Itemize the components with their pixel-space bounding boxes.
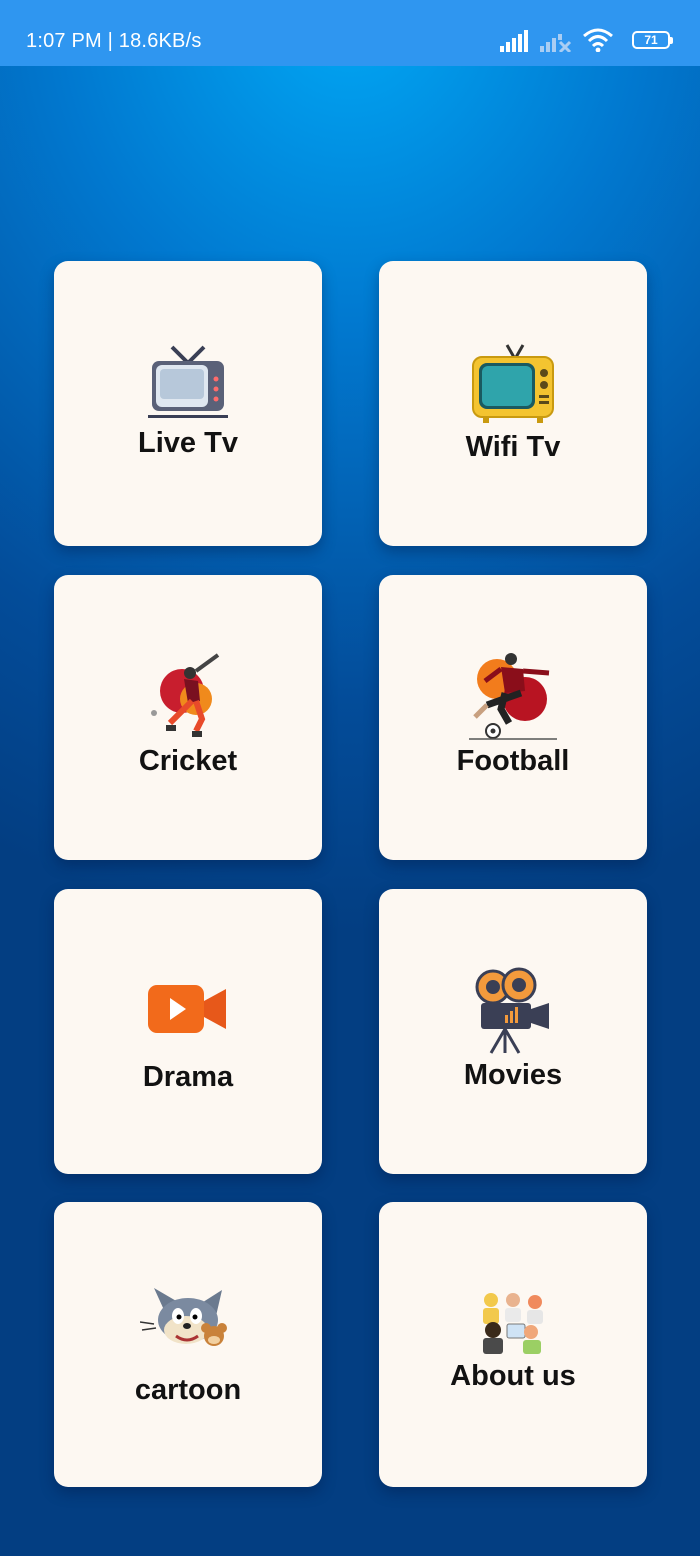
menu-card-label: Wifi Tv <box>465 431 561 463</box>
yellow-tv-icon <box>472 344 554 423</box>
team-people-icon <box>483 1293 543 1354</box>
football-player-icon <box>469 653 557 740</box>
menu-card-cartoon[interactable]: cartoon <box>54 1202 322 1487</box>
movie-camera-icon <box>475 967 549 1054</box>
menu-card-label: Movies <box>463 1059 563 1091</box>
battery-icon: 71 <box>632 31 673 49</box>
status-icons: 71 <box>500 28 673 54</box>
signal-icon <box>500 30 528 52</box>
retro-tv-icon <box>148 345 228 418</box>
menu-card-label: About us <box>450 1360 576 1392</box>
menu-card-label: Football <box>456 745 570 777</box>
menu-card-football[interactable]: Football <box>379 575 647 860</box>
menu-card-label: Drama <box>142 1061 234 1093</box>
menu-card-label: Cricket <box>138 745 238 777</box>
menu-card-about-us[interactable]: About us <box>379 1202 647 1487</box>
menu-card-movies[interactable]: Movies <box>379 889 647 1174</box>
cricket-player-icon <box>151 653 220 737</box>
menu-card-cricket[interactable]: Cricket <box>54 575 322 860</box>
battery-level: 71 <box>644 33 658 47</box>
menu-card-wifi-tv[interactable]: Wifi Tv <box>379 261 647 546</box>
menu-card-label: cartoon <box>134 1374 242 1406</box>
wifi-icon <box>583 28 613 52</box>
menu-card-label: Live Tv <box>138 427 238 459</box>
signal-no-sim-icon <box>540 34 572 52</box>
tom-and-jerry-icon <box>140 1288 227 1346</box>
menu-card-live-tv[interactable]: Live Tv <box>54 261 322 546</box>
menu-card-drama[interactable]: Drama <box>54 889 322 1174</box>
status-bar: 1:07 PM | 18.6KB/s 71 <box>0 0 700 66</box>
video-camera-icon <box>148 985 226 1033</box>
status-time: 1:07 PM | 18.6KB/s <box>26 30 202 52</box>
